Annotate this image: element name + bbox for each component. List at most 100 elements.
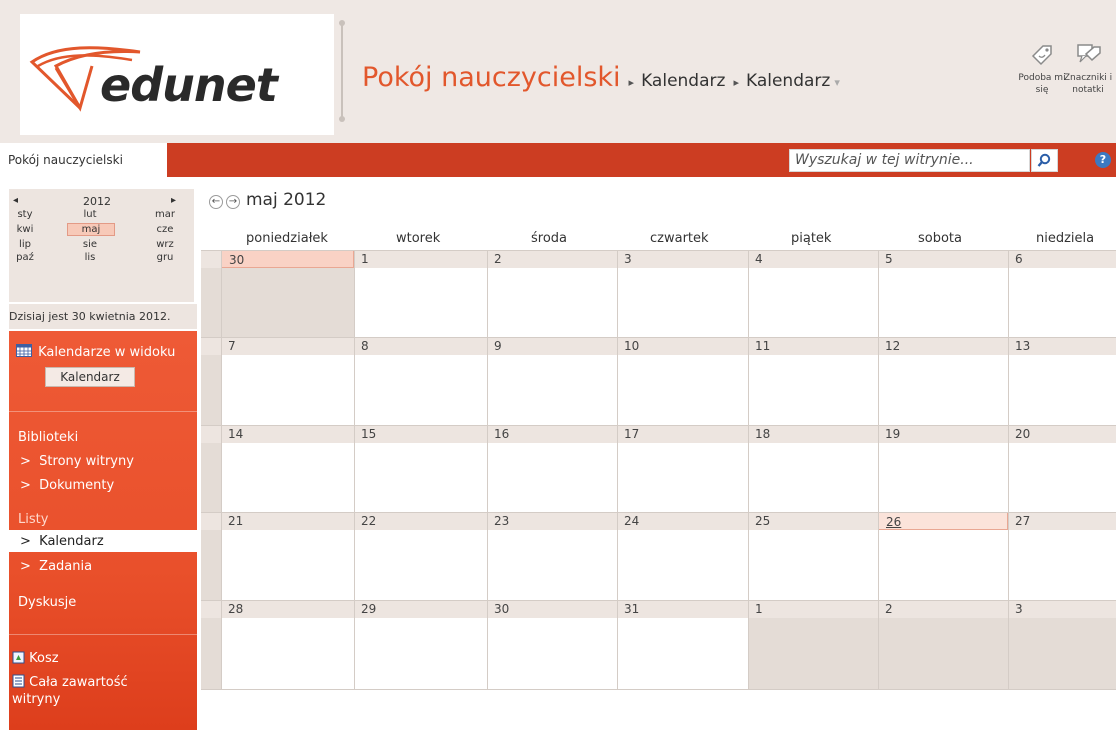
day-number[interactable]: 30 — [487, 600, 617, 618]
tags-notes-button[interactable]: Znaczniki i notatki — [1060, 42, 1116, 96]
day-number[interactable]: 1 — [748, 600, 878, 618]
day-number[interactable]: 17 — [617, 425, 748, 443]
nav-item-documents[interactable]: > Dokumenty — [20, 478, 114, 493]
grid-line — [1008, 250, 1009, 337]
recycle-bin-link[interactable]: Kosz — [12, 650, 59, 666]
out-of-month-cell — [1008, 618, 1116, 689]
search-button[interactable] — [1031, 149, 1058, 172]
site-logo[interactable]: edunet — [20, 14, 334, 135]
day-number[interactable]: 6 — [1008, 250, 1116, 268]
grid-line — [354, 250, 355, 337]
day-number[interactable]: 29 — [354, 600, 487, 618]
weekday-header: środa — [531, 231, 568, 246]
date-picker-month[interactable]: wrz — [140, 239, 190, 250]
libraries-heading[interactable]: Biblioteki — [18, 430, 78, 445]
day-number[interactable]: 2 — [878, 600, 1008, 618]
day-number-highlighted[interactable]: 26 — [878, 512, 1008, 530]
day-number[interactable]: 13 — [1008, 337, 1116, 355]
date-picker-month-selected[interactable]: maj — [67, 223, 115, 236]
date-picker-month[interactable]: sty — [0, 209, 50, 220]
grid-line — [201, 512, 1116, 513]
date-picker-month[interactable]: lip — [0, 239, 50, 250]
chevron-right-icon: > — [20, 454, 31, 469]
grid-line — [221, 425, 222, 512]
day-number[interactable]: 1 — [354, 250, 487, 268]
nav-item-label: Kalendarz — [39, 534, 104, 549]
day-number[interactable]: 8 — [354, 337, 487, 355]
grid-line — [1008, 425, 1009, 512]
date-picker-month[interactable]: kwi — [0, 224, 50, 235]
grid-line — [354, 512, 355, 600]
calendar-title: maj 2012 — [246, 190, 327, 210]
lists-heading[interactable]: Listy — [18, 512, 48, 527]
grid-line — [1008, 600, 1009, 689]
day-number[interactable]: 18 — [748, 425, 878, 443]
nav-item-site-pages[interactable]: > Strony witryny — [20, 454, 134, 469]
breadcrumb-item[interactable]: Kalendarz — [746, 71, 830, 91]
weekday-header: wtorek — [396, 231, 441, 246]
grid-line — [617, 600, 618, 689]
day-number[interactable]: 25 — [748, 512, 878, 530]
date-picker-month[interactable]: gru — [140, 252, 190, 263]
help-icon[interactable]: ? — [1095, 152, 1111, 168]
day-number[interactable]: 31 — [617, 600, 748, 618]
day-number[interactable]: 21 — [221, 512, 354, 530]
date-picker-month[interactable]: lut — [65, 209, 115, 220]
day-number[interactable]: 7 — [221, 337, 354, 355]
day-number[interactable]: 11 — [748, 337, 878, 355]
tab-home[interactable]: Pokój nauczycielski — [0, 143, 167, 177]
calendars-in-view-heading: Kalendarze w widoku — [16, 344, 175, 360]
breadcrumb-item[interactable]: Kalendarz — [641, 71, 725, 91]
day-number[interactable]: 9 — [487, 337, 617, 355]
day-number[interactable]: 12 — [878, 337, 1008, 355]
breadcrumb-site[interactable]: Pokój nauczycielski — [362, 62, 621, 93]
previous-month-button[interactable]: ← — [209, 195, 223, 209]
date-picker-month[interactable]: lis — [65, 252, 115, 263]
date-picker-year-row: ◂ 2012 ▸ — [9, 195, 194, 209]
grid-line — [487, 512, 488, 600]
day-number[interactable]: 2 — [487, 250, 617, 268]
today-text: Dzisiaj jest 30 kwietnia 2012. — [9, 304, 197, 329]
day-number[interactable]: 16 — [487, 425, 617, 443]
date-picker-month[interactable]: paź — [0, 252, 50, 263]
day-number[interactable]: 5 — [878, 250, 1008, 268]
date-picker-month[interactable]: cze — [140, 224, 190, 235]
next-year-icon[interactable]: ▸ — [171, 195, 176, 206]
day-number[interactable]: 19 — [878, 425, 1008, 443]
grid-line — [354, 425, 355, 512]
calendar-in-view-button[interactable]: Kalendarz — [45, 367, 135, 387]
chevron-down-icon[interactable]: ▾ — [834, 76, 840, 89]
nav-item-calendar[interactable]: > Kalendarz — [20, 534, 104, 549]
day-number-today[interactable]: 30 — [221, 250, 354, 268]
grid-line — [487, 337, 488, 425]
grid-line — [201, 337, 1116, 338]
discussions-heading[interactable]: Dyskusje — [18, 595, 76, 610]
weekday-header: niedziela — [1036, 231, 1095, 246]
grid-line — [878, 250, 879, 337]
day-number[interactable]: 27 — [1008, 512, 1116, 530]
date-picker-month[interactable]: mar — [140, 209, 190, 220]
day-number[interactable]: 23 — [487, 512, 617, 530]
date-picker: ◂ 2012 ▸ sty lut mar kwi maj cze lip sie… — [9, 189, 194, 302]
prev-year-icon[interactable]: ◂ — [13, 195, 18, 206]
date-picker-month[interactable]: sie — [65, 239, 115, 250]
grid-line — [617, 250, 618, 337]
day-number[interactable]: 28 — [221, 600, 354, 618]
nav-item-tasks[interactable]: > Zadania — [20, 559, 92, 574]
day-number[interactable]: 10 — [617, 337, 748, 355]
day-number[interactable]: 4 — [748, 250, 878, 268]
day-number[interactable]: 20 — [1008, 425, 1116, 443]
nav-item-label: Strony witryny — [39, 454, 134, 469]
all-site-content-link[interactable]: Cała zawartość witryny — [12, 674, 128, 708]
grid-line — [878, 425, 879, 512]
day-number[interactable]: 3 — [1008, 600, 1116, 618]
next-month-button[interactable]: → — [226, 195, 240, 209]
search-input[interactable]: Wyszukaj w tej witrynie... — [789, 149, 1030, 172]
day-number[interactable]: 22 — [354, 512, 487, 530]
day-number[interactable]: 14 — [221, 425, 354, 443]
day-number[interactable]: 15 — [354, 425, 487, 443]
day-number[interactable]: 24 — [617, 512, 748, 530]
grid-line — [354, 600, 355, 689]
breadcrumb-separator-icon: ▸ — [733, 76, 739, 89]
day-number[interactable]: 3 — [617, 250, 748, 268]
